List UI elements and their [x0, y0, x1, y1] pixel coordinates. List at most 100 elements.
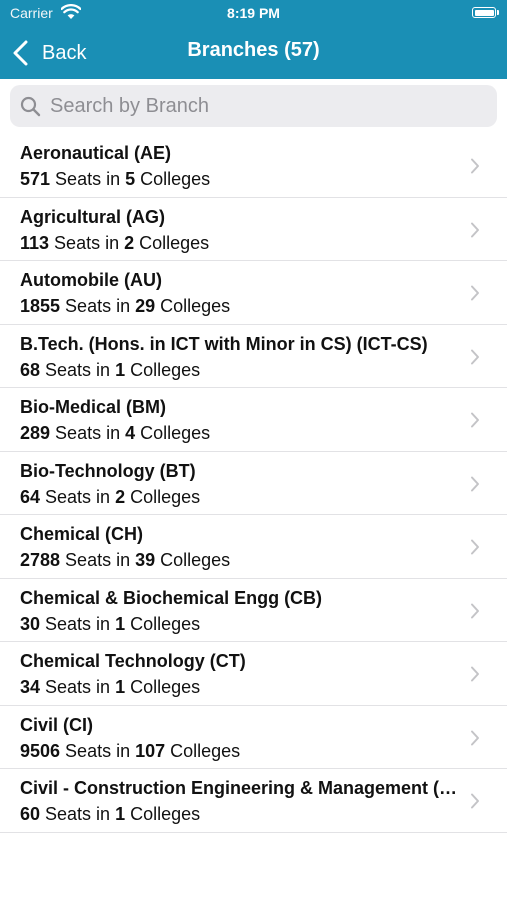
- branch-row[interactable]: Automobile (AU) 1855 Seats in 29 College…: [0, 261, 507, 325]
- branch-row[interactable]: Chemical (CH) 2788 Seats in 39 Colleges: [0, 515, 507, 579]
- battery-cap: [497, 10, 499, 15]
- college-count: 1: [115, 359, 126, 380]
- seat-count: 64: [20, 486, 41, 507]
- chevron-right-icon: [471, 476, 479, 491]
- colleges-label: Colleges: [155, 296, 231, 316]
- chevron-right-icon: [471, 412, 479, 428]
- chevron-right-icon: [471, 793, 479, 809]
- college-count: 1: [115, 677, 126, 697]
- branch-name: Civil - Construction Engineering & Manag…: [20, 778, 465, 798]
- branch-row[interactable]: Bio-Technology (BT) 64 Seats in 2 Colleg…: [0, 452, 507, 515]
- status-bar: Carrier 8:19 PM: [0, 0, 507, 26]
- seat-count: 1855: [20, 296, 61, 316]
- seat-count: 2788: [20, 550, 61, 570]
- branch-row[interactable]: Chemical Technology (CT) 34 Seats in 1 C…: [0, 642, 507, 706]
- seats-in-label: Seats in: [40, 486, 116, 507]
- seat-count: 113: [20, 232, 50, 253]
- colleges-label: Colleges: [135, 169, 211, 189]
- seats-in-label: Seats in: [60, 296, 136, 316]
- branch-list: Aeronautical (AE) 571 Seats in 5 College…: [0, 134, 507, 833]
- chevron-right-icon: [471, 158, 479, 174]
- colleges-label: Colleges: [125, 486, 201, 507]
- college-count: 2: [124, 232, 135, 253]
- colleges-label: Colleges: [125, 359, 201, 380]
- branch-seat-info: 2788 Seats in 39 Colleges: [20, 550, 230, 571]
- branch-seat-info: 571 Seats in 5 Colleges: [20, 169, 210, 190]
- search-bar: [0, 79, 507, 133]
- seats-in-label: Seats in: [50, 423, 126, 443]
- branch-seat-info: 9506 Seats in 107 Colleges: [20, 741, 240, 762]
- search-field[interactable]: [10, 85, 497, 127]
- branch-name: Automobile (AU): [20, 270, 162, 290]
- college-count: 4: [125, 423, 136, 443]
- branch-seat-info: 30 Seats in 1 Colleges: [20, 614, 200, 635]
- branch-row[interactable]: Bio-Medical (BM) 289 Seats in 4 Colleges: [0, 388, 507, 452]
- seat-count: 571: [20, 169, 51, 189]
- branch-seat-info: 289 Seats in 4 Colleges: [20, 423, 210, 444]
- seat-count: 30: [20, 613, 41, 634]
- college-count: 1: [115, 804, 126, 824]
- seat-count: 34: [20, 677, 41, 697]
- branch-name: Chemical (CH): [20, 524, 144, 544]
- seats-in-label: Seats in: [60, 550, 136, 570]
- chevron-right-icon: [471, 539, 479, 555]
- colleges-label: Colleges: [125, 804, 201, 824]
- branch-name: Bio-Technology (BT): [20, 460, 196, 481]
- branch-name: Bio-Medical (BM): [20, 397, 166, 417]
- colleges-label: Colleges: [125, 677, 201, 697]
- branch-row[interactable]: Aeronautical (AE) 571 Seats in 5 College…: [0, 134, 507, 198]
- branch-row[interactable]: Civil (CI) 9506 Seats in 107 Colleges: [0, 706, 507, 769]
- branch-row[interactable]: Chemical & Biochemical Engg (CB) 30 Seat…: [0, 579, 507, 642]
- colleges-label: Colleges: [125, 613, 201, 634]
- branch-seat-info: 60 Seats in 1 Colleges: [20, 804, 200, 825]
- branch-seat-info: 1855 Seats in 29 Colleges: [20, 296, 230, 317]
- chevron-right-icon: [471, 666, 479, 682]
- branch-name: Aeronautical (AE): [20, 143, 172, 163]
- chevron-right-icon: [471, 285, 479, 301]
- chevron-right-icon: [471, 730, 479, 745]
- branch-seat-info: 64 Seats in 2 Colleges: [20, 487, 200, 508]
- seat-count: 60: [20, 804, 41, 824]
- seat-count: 9506: [20, 740, 61, 761]
- seats-in-label: Seats in: [40, 677, 116, 697]
- college-count: 1: [115, 613, 126, 634]
- chevron-right-icon: [471, 349, 479, 364]
- seats-in-label: Seats in: [50, 169, 126, 189]
- battery-icon: [472, 7, 496, 18]
- branch-seat-info: 113 Seats in 2 Colleges: [20, 233, 209, 254]
- seats-in-label: Seats in: [60, 740, 136, 761]
- college-count: 29: [135, 296, 156, 316]
- branch-seat-info: 34 Seats in 1 Colleges: [20, 677, 200, 698]
- seats-in-label: Seats in: [40, 359, 116, 380]
- college-count: 2: [115, 486, 126, 507]
- seats-in-label: Seats in: [40, 804, 116, 824]
- branch-row[interactable]: Agricultural (AG) 113 Seats in 2 College…: [0, 198, 507, 261]
- branch-name: Chemical & Biochemical Engg (CB): [20, 587, 323, 608]
- search-input[interactable]: [50, 94, 470, 118]
- seat-count: 68: [20, 359, 41, 380]
- colleges-label: Colleges: [155, 550, 231, 570]
- colleges-label: Colleges: [134, 232, 210, 253]
- branch-name: B.Tech. (Hons. in ICT with Minor in CS) …: [20, 333, 428, 354]
- college-count: 5: [125, 169, 136, 189]
- branch-name: Civil (CI): [20, 714, 94, 735]
- branch-seat-info: 68 Seats in 1 Colleges: [20, 360, 200, 381]
- branch-name: Chemical Technology (CT): [20, 651, 246, 671]
- branch-name: Agricultural (AG): [20, 206, 166, 227]
- colleges-label: Colleges: [135, 423, 211, 443]
- branch-row[interactable]: Civil - Construction Engineering & Manag…: [0, 769, 507, 833]
- seats-in-label: Seats in: [49, 232, 125, 253]
- seats-in-label: Seats in: [40, 613, 116, 634]
- chevron-right-icon: [471, 222, 479, 237]
- clock-time: 8:19 PM: [227, 5, 280, 21]
- colleges-label: Colleges: [165, 740, 241, 761]
- college-count: 107: [135, 740, 166, 761]
- search-icon: [20, 96, 41, 116]
- branch-row[interactable]: B.Tech. (Hons. in ICT with Minor in CS) …: [0, 325, 507, 388]
- seat-count: 289: [20, 423, 51, 443]
- chevron-right-icon: [471, 603, 479, 618]
- page-title: Branches (57): [187, 39, 320, 61]
- battery-level: [474, 9, 494, 16]
- navigation-header: Carrier 8:19 PM Back Branches (57): [0, 0, 507, 79]
- college-count: 39: [135, 550, 156, 570]
